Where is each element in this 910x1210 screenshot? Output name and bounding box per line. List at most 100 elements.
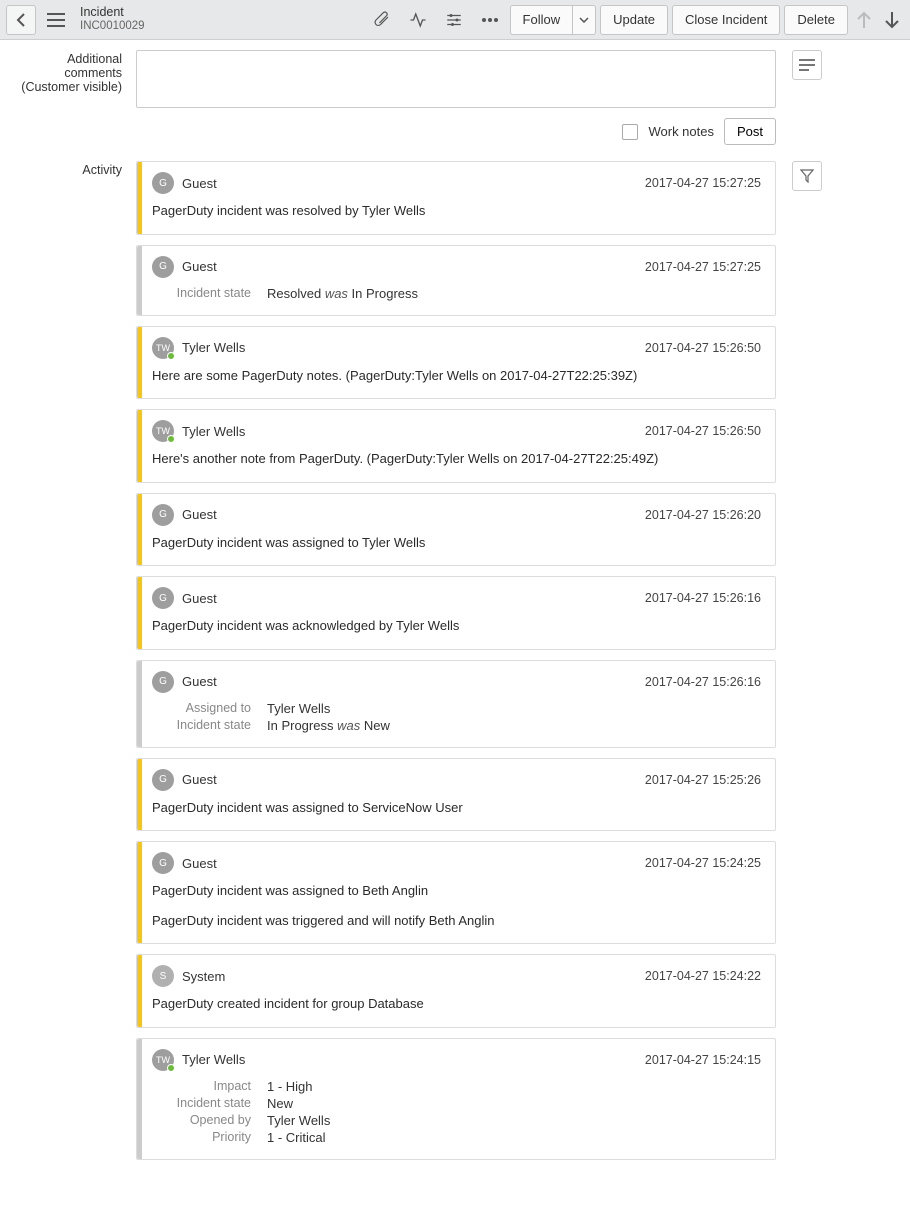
follow-button[interactable]: Follow: [510, 5, 573, 35]
post-button[interactable]: Post: [724, 118, 776, 145]
entry-author: Tyler Wells: [182, 340, 245, 355]
follow-group: Follow: [510, 5, 597, 35]
entry-timestamp: 2017-04-27 15:25:26: [645, 773, 761, 787]
entry-timestamp: 2017-04-27 15:27:25: [645, 176, 761, 190]
avatar: TW: [152, 1049, 174, 1071]
record-title: Incident INC0010029: [80, 6, 145, 32]
presence-indicator: [167, 1064, 175, 1072]
activity-row: Activity G Guest 2017-04-27 15:27:25 PagerD…: [18, 161, 892, 1170]
avatar: G: [152, 256, 174, 278]
avatar: G: [152, 769, 174, 791]
comments-input[interactable]: [136, 50, 776, 108]
follow-dropdown[interactable]: [572, 5, 596, 35]
attachment-button[interactable]: [366, 5, 398, 35]
entry-text: Here's another note from PagerDuty. (Pag…: [152, 450, 761, 468]
entry-timestamp: 2017-04-27 15:24:22: [645, 969, 761, 983]
entry-timestamp: 2017-04-27 15:26:16: [645, 675, 761, 689]
activity-entry: TW Tyler Wells 2017-04-27 15:26:50 Here are…: [136, 326, 776, 400]
entry-text: PagerDuty incident was assigned to Beth …: [152, 882, 761, 900]
entry-text: PagerDuty incident was resolved by Tyler…: [152, 202, 761, 220]
field-label: Impact: [152, 1079, 267, 1094]
funnel-icon: [800, 169, 814, 183]
entry-author: Guest: [182, 176, 217, 191]
entry-author: Guest: [182, 259, 217, 274]
activity-stream-button[interactable]: [402, 5, 434, 35]
delete-button[interactable]: Delete: [784, 5, 848, 35]
field-row: Priority1 - Critical: [152, 1130, 761, 1145]
paperclip-icon: [373, 11, 391, 29]
entry-author: Guest: [182, 507, 217, 522]
entry-text: PagerDuty incident was triggered and wil…: [152, 912, 761, 930]
chevron-left-icon: [16, 13, 26, 27]
presence-indicator: [167, 352, 175, 360]
entry-author: Tyler Wells: [182, 424, 245, 439]
activity-label: Activity: [18, 161, 136, 1170]
ellipsis-icon: [481, 17, 499, 23]
filter-activity-button[interactable]: [792, 161, 822, 191]
activity-entry: G Guest 2017-04-27 15:27:25 PagerDuty incid…: [136, 161, 776, 235]
entry-author: System: [182, 969, 225, 984]
entry-timestamp: 2017-04-27 15:26:16: [645, 591, 761, 605]
worknotes-label: Work notes: [648, 124, 714, 139]
avatar: TW: [152, 337, 174, 359]
activity-list: G Guest 2017-04-27 15:27:25 PagerDuty incid…: [136, 161, 776, 1160]
entry-text: PagerDuty incident was acknowledged by T…: [152, 617, 761, 635]
form-toolbar: Incident INC0010029 Follow Update Close …: [0, 0, 910, 40]
activity-entry: GGuest2017-04-27 15:25:26PagerDuty incid…: [136, 758, 776, 832]
field-value: Tyler Wells: [267, 701, 330, 716]
activity-entry: SSystem2017-04-27 15:24:22PagerDuty crea…: [136, 954, 776, 1028]
previous-record-button[interactable]: [852, 10, 876, 30]
avatar: G: [152, 172, 174, 194]
field-row: Assigned toTyler Wells: [152, 701, 761, 716]
more-button[interactable]: [474, 5, 506, 35]
activity-entry: TW Tyler Wells 2017-04-27 15:24:15 Impact1 …: [136, 1038, 776, 1160]
record-number: INC0010029: [80, 20, 145, 33]
settings-button[interactable]: [438, 5, 470, 35]
field-value: Resolved was In Progress: [267, 286, 418, 301]
field-row: Incident stateIn Progress was New: [152, 718, 761, 733]
field-row: Incident stateNew: [152, 1096, 761, 1111]
entry-timestamp: 2017-04-27 15:26:50: [645, 424, 761, 438]
activity-entry: GGuest2017-04-27 15:26:16PagerDuty incid…: [136, 576, 776, 650]
entry-timestamp: 2017-04-27 15:24:15: [645, 1053, 761, 1067]
arrow-up-icon: [856, 10, 872, 30]
comments-label: Additional comments (Customer visible): [18, 50, 136, 145]
toggle-journal-button[interactable]: [792, 50, 822, 80]
entry-author: Guest: [182, 674, 217, 689]
avatar: G: [152, 504, 174, 526]
menu-button[interactable]: [40, 5, 72, 35]
entry-text: PagerDuty incident was assigned to Tyler…: [152, 534, 761, 552]
activity-entry: TWTyler Wells2017-04-27 15:26:50Here's a…: [136, 409, 776, 483]
caret-down-icon: [579, 17, 589, 23]
entry-author: Tyler Wells: [182, 1052, 245, 1067]
back-button[interactable]: [6, 5, 36, 35]
record-type: Incident: [80, 6, 145, 20]
entry-timestamp: 2017-04-27 15:26:50: [645, 341, 761, 355]
hamburger-icon: [47, 13, 65, 27]
arrow-down-icon: [884, 10, 900, 30]
entry-text: PagerDuty created incident for group Dat…: [152, 995, 761, 1013]
field-label: Incident state: [152, 1096, 267, 1111]
entry-timestamp: 2017-04-27 15:27:25: [645, 260, 761, 274]
presence-indicator: [167, 435, 175, 443]
entry-timestamp: 2017-04-27 15:24:25: [645, 856, 761, 870]
entry-author: Guest: [182, 856, 217, 871]
worknotes-checkbox[interactable]: [622, 124, 638, 140]
entry-text: PagerDuty incident was assigned to Servi…: [152, 799, 761, 817]
entry-timestamp: 2017-04-27 15:26:20: [645, 508, 761, 522]
post-row: Work notes Post: [136, 118, 776, 145]
field-value: In Progress was New: [267, 718, 390, 733]
update-button[interactable]: Update: [600, 5, 668, 35]
field-label: Priority: [152, 1130, 267, 1145]
next-record-button[interactable]: [880, 10, 904, 30]
comments-row: Additional comments (Customer visible) W…: [18, 50, 892, 145]
entry-author: Guest: [182, 591, 217, 606]
field-row: Impact1 - High: [152, 1079, 761, 1094]
entry-text: Here are some PagerDuty notes. (PagerDut…: [152, 367, 761, 385]
activity-entry: GGuest2017-04-27 15:24:25PagerDuty incid…: [136, 841, 776, 944]
close-incident-button[interactable]: Close Incident: [672, 5, 780, 35]
pulse-icon: [409, 11, 427, 29]
field-row: Incident stateResolved was In Progress: [152, 286, 761, 301]
list-icon: [799, 58, 815, 72]
form-content: Additional comments (Customer visible) W…: [0, 40, 910, 1206]
